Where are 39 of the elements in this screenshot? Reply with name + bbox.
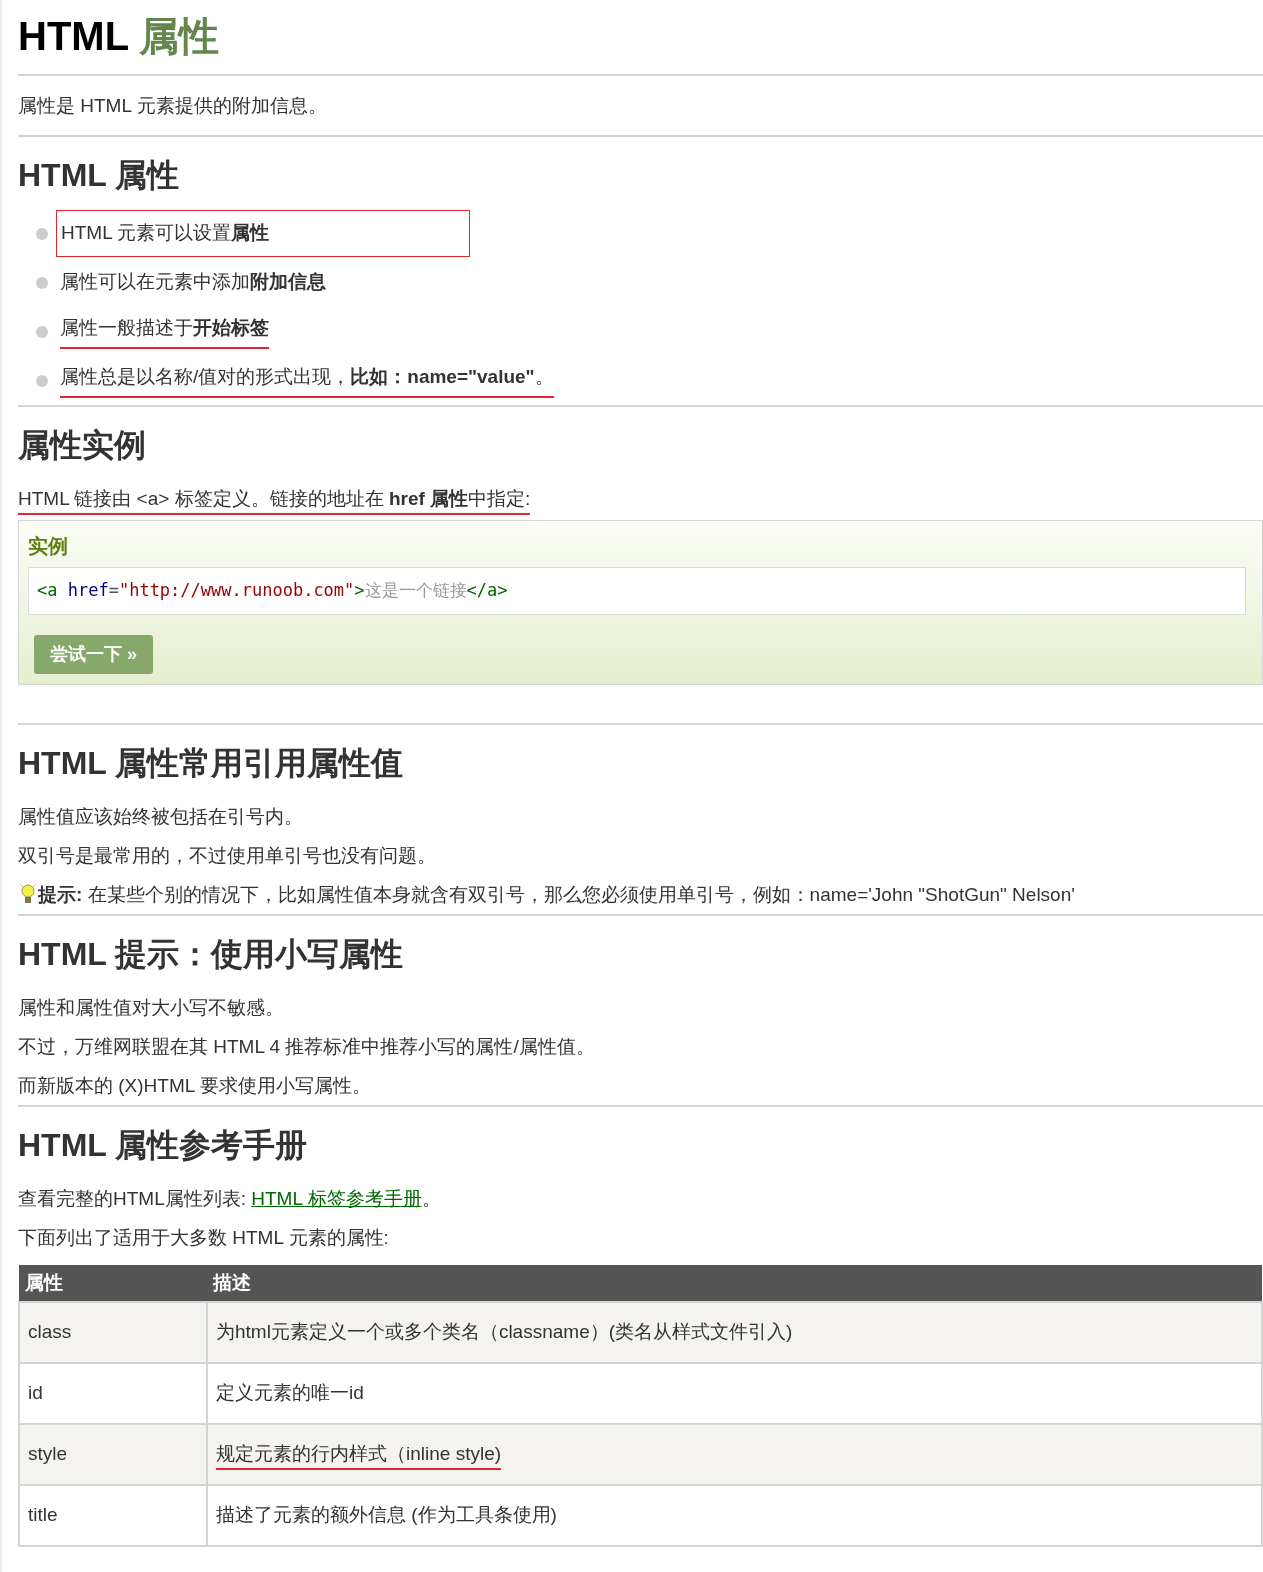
paragraph: 查看完整的HTML属性列表: HTML 标签参考手册。	[18, 1187, 441, 1209]
bullet-icon	[36, 227, 48, 240]
section-heading: HTML 属性	[18, 156, 181, 195]
paragraph: 而新版本的 (X)HTML 要求使用小写属性。	[18, 1074, 371, 1096]
table-cell: class	[28, 1320, 72, 1342]
paragraph: 下面列出了适用于大多数 HTML 元素的属性:	[18, 1226, 389, 1248]
page-title: HTML	[18, 14, 130, 58]
list-item: 属性总是以名称/值对的形式出现，比如：name="value"。	[60, 363, 554, 398]
section-heading: HTML 提示：使用小写属性	[18, 934, 405, 974]
list-item: 属性可以在元素中添加附加信息	[60, 270, 326, 295]
section-heading: 属性实例	[18, 426, 147, 465]
page-title-accent: 属性	[139, 14, 220, 58]
code-block: <a href="http://www.runoob.com">这是一个链接</a>	[28, 567, 1246, 615]
table-cell: id	[28, 1381, 43, 1403]
example-label: 实例	[28, 534, 69, 559]
table-cell: 规定元素的行内样式（inline style)	[216, 1442, 502, 1470]
section-heading: HTML 属性常用引用属性值	[18, 743, 405, 783]
column-header: 描述	[207, 1264, 1262, 1302]
bullet-icon	[36, 325, 48, 338]
paragraph: 不过，万维网联盟在其 HTML 4 推荐标准中推荐小写的属性/属性值。	[18, 1035, 595, 1057]
list-item: HTML 元素可以设置属性	[56, 210, 471, 257]
bullet-icon	[36, 374, 48, 387]
intro-text: 属性是 HTML 元素提供的附加信息。	[18, 94, 328, 118]
table-cell: 定义元素的唯一id	[216, 1381, 364, 1403]
lightbulb-icon	[18, 882, 38, 906]
tip-text: 提示: 在某些个别的情况下，比如属性值本身就含有双引号，那么您必须使用单引号，例如：name='John "ShotGun" Nelson'	[38, 882, 1075, 907]
paragraph: HTML 链接由 <a> 标签定义。链接的地址在 href 属性中指定:	[18, 488, 531, 515]
paragraph: 属性和属性值对大小写不敏感。	[18, 996, 284, 1018]
table-cell: title	[28, 1503, 58, 1525]
table-cell: 描述了元素的额外信息 (作为工具条使用)	[216, 1503, 557, 1525]
paragraph: 双引号是最常用的，不过使用单引号也没有问题。	[18, 844, 436, 866]
table-cell: style	[28, 1442, 68, 1464]
section-heading: HTML 属性参考手册	[18, 1125, 309, 1165]
bullet-icon	[36, 276, 48, 289]
column-header: 属性	[19, 1264, 207, 1302]
list-item: 属性一般描述于开始标签	[60, 314, 269, 349]
table-cell: 为html元素定义一个或多个类名（classname）(类名从样式文件引入)	[216, 1320, 793, 1342]
reference-link[interactable]: HTML 标签参考手册	[251, 1187, 422, 1209]
paragraph: 属性值应该始终被包括在引号内。	[18, 805, 303, 827]
